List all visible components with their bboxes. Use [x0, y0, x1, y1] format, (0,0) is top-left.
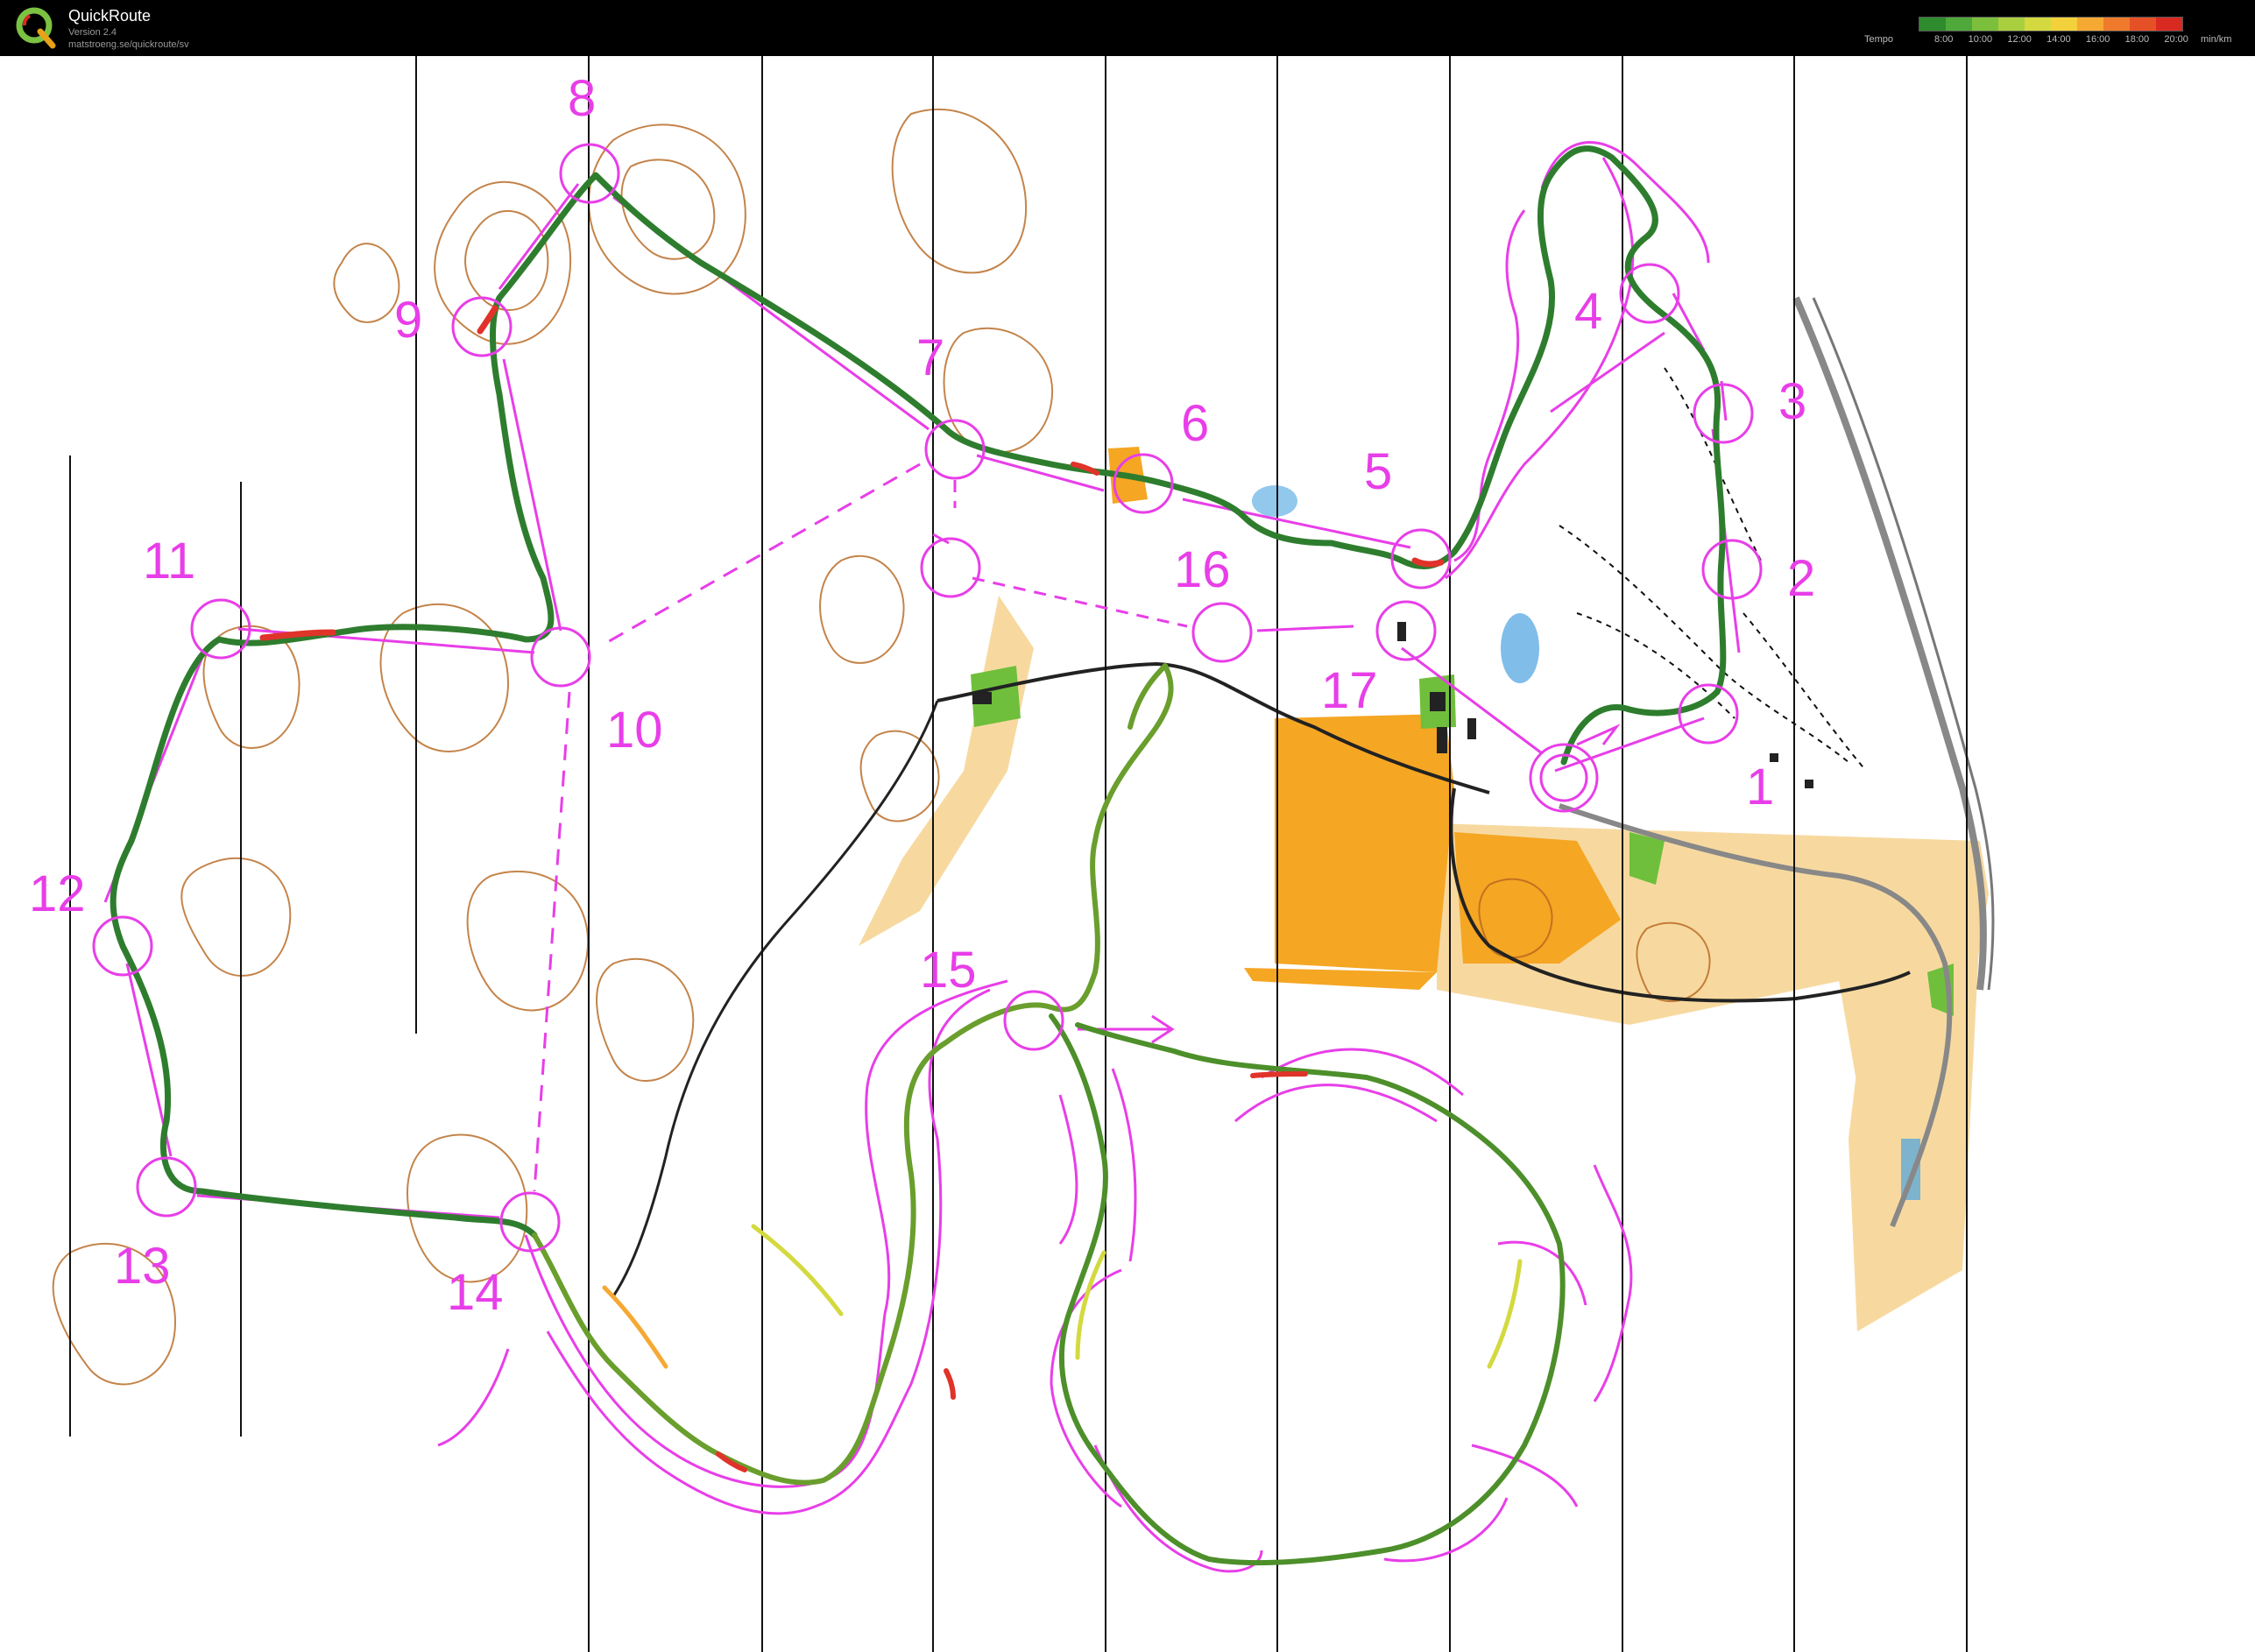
- control-number-4: 4: [1574, 283, 1602, 340]
- tempo-tick: 20:00: [2164, 34, 2188, 45]
- tempo-tick: 12:00: [2007, 34, 2032, 45]
- tempo-swatch: [2103, 18, 2130, 31]
- tempo-swatch: [2156, 18, 2182, 31]
- control-number-2: 2: [1787, 550, 1815, 607]
- tempo-gradient-bar: [1919, 17, 2183, 32]
- rough-open-area: [1849, 920, 1980, 1331]
- water-area: [1501, 613, 1539, 683]
- control-number-9: 9: [394, 292, 422, 349]
- control-number-11: 11: [143, 533, 195, 589]
- control-number-8: 8: [568, 70, 596, 127]
- control-number-5: 5: [1364, 443, 1392, 500]
- app-url: matstroeng.se/quickroute/sv: [68, 39, 189, 50]
- control-number-10: 10: [606, 702, 663, 759]
- water-area: [1252, 485, 1297, 517]
- quickroute-logo-icon: [16, 7, 56, 49]
- tempo-unit: min/km: [2201, 34, 2232, 45]
- tempo-swatch: [2130, 18, 2156, 31]
- control-number-1: 1: [1746, 759, 1774, 815]
- control-number-17: 17: [1321, 662, 1378, 719]
- control-number-12: 12: [29, 865, 86, 922]
- tempo-tick: 10:00: [1968, 34, 1993, 45]
- control-number-6: 6: [1181, 395, 1209, 452]
- tempo-tick: 14:00: [2046, 34, 2071, 45]
- tempo-label: Tempo: [1864, 34, 1894, 45]
- control-number-16: 16: [1174, 541, 1231, 598]
- tempo-swatch: [1946, 18, 1972, 31]
- app-title: QuickRoute: [68, 7, 152, 25]
- tempo-tick: 18:00: [2124, 34, 2150, 45]
- open-land-area: [1275, 714, 1454, 972]
- orienteering-map[interactable]: 1 2 3 4 5 6 7 8 9 10 11 12 13 14 15 16 1…: [0, 56, 2255, 1652]
- tempo-swatch: [1972, 18, 1998, 31]
- control-number-7: 7: [916, 329, 944, 386]
- tempo-ticks: 8:00 10:00 12:00 14:00 16:00 18:00 20:00: [1934, 34, 2188, 45]
- tempo-tick: 16:00: [2085, 34, 2110, 45]
- control-number-15: 15: [920, 942, 977, 999]
- app-version: Version 2.4: [68, 27, 117, 38]
- app-header: QuickRoute Version 2.4 matstroeng.se/qui…: [0, 0, 2255, 56]
- control-number-13: 13: [114, 1238, 171, 1295]
- tempo-swatch: [2051, 18, 2077, 31]
- control-number-14: 14: [447, 1264, 504, 1321]
- tempo-swatch: [1919, 18, 1946, 31]
- tempo-swatch: [2077, 18, 2103, 31]
- tempo-swatch: [1998, 18, 2025, 31]
- tempo-tick: 8:00: [1934, 34, 1954, 45]
- tempo-swatch: [2025, 18, 2051, 31]
- control-number-3: 3: [1778, 373, 1806, 430]
